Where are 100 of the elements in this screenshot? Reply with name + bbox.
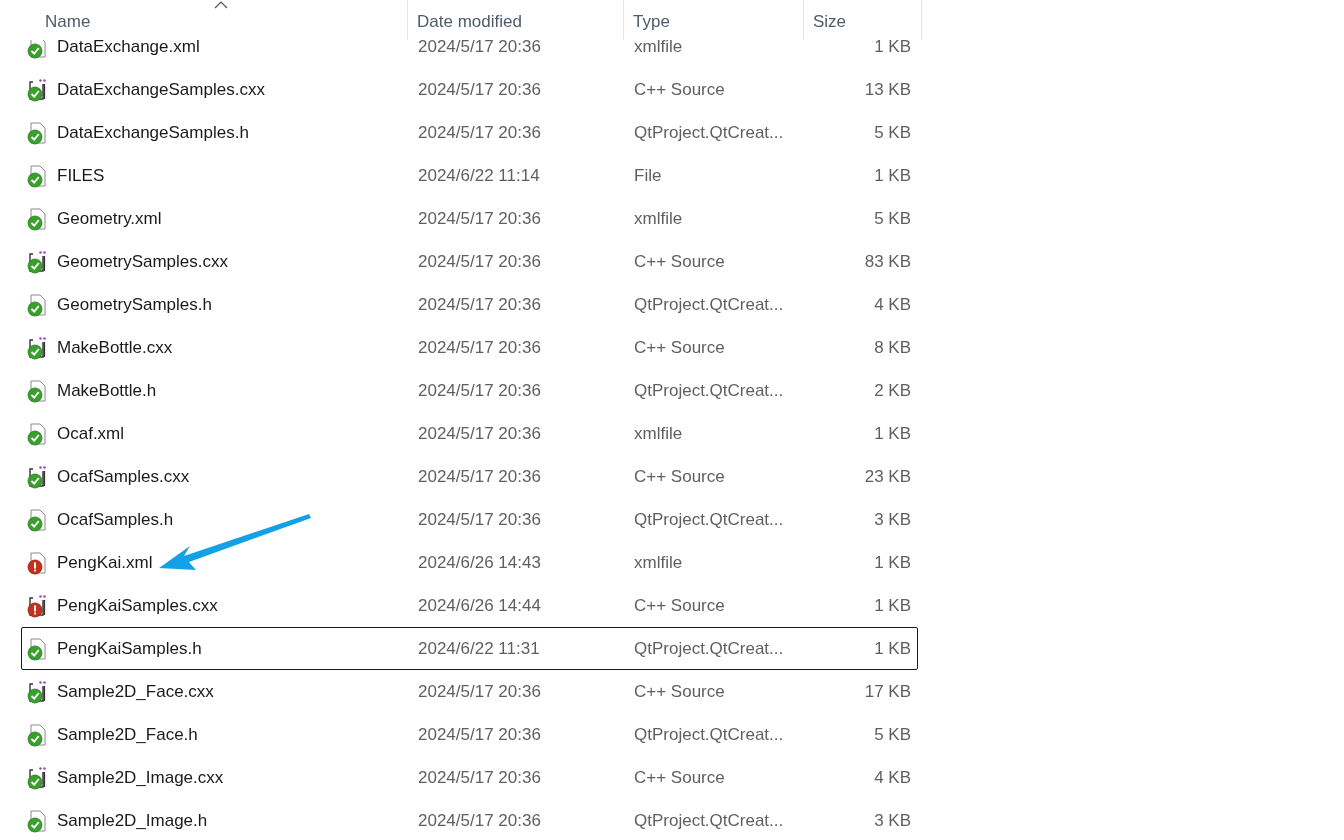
file-name: Geometry.xml [57,208,162,229]
file-row[interactable]: Geometry.xml 2024/5/17 20:36 xmlfile 5 KB [21,197,918,240]
file-row[interactable]: GeometrySamples.h 2024/5/17 20:36 QtProject.QtCreat... 4 KB [21,283,918,326]
cpp-file-icon [26,335,48,360]
file-type: QtProject.QtCreat... [633,122,784,143]
file-row[interactable]: OcafSamples.cxx 2024/5/17 20:36 C++ Source 23 KB [21,455,918,498]
date-modified: 2024/6/22 11:31 [417,638,540,659]
file-size: 8 KB [874,337,912,358]
file-type: C++ Source [633,681,725,702]
file-name: PengKaiSamples.cxx [57,595,218,616]
file-name: DataExchangeSamples.h [57,122,249,143]
file-row[interactable]: FILES 2024/6/22 11:14 File 1 KB [21,154,918,197]
file-type: C++ Source [633,79,725,100]
file-name: MakeBottle.h [57,380,157,401]
cpp-file-icon [26,679,48,704]
date-modified: 2024/5/17 20:36 [417,724,541,745]
file-name: Ocaf.xml [57,423,125,444]
file-row[interactable]: PengKaiSamples.cxx 2024/6/26 14:44 C++ Source 1 KB [21,584,918,627]
file-name: GeometrySamples.cxx [57,251,228,272]
file-type: QtProject.QtCreat... [633,638,784,659]
file-row[interactable]: Sample2D_Face.cxx 2024/5/17 20:36 C++ Source 17 KB [21,670,918,713]
column-header[interactable]: Date modified [408,0,624,40]
file-size: 1 KB [874,423,912,444]
file-row[interactable]: GeometrySamples.cxx 2024/5/17 20:36 C++ Source 83 KB [21,240,918,283]
date-modified: 2024/5/17 20:36 [417,251,541,272]
file-type: C++ Source [633,251,725,272]
file-size: 5 KB [874,208,912,229]
file-type: QtProject.QtCreat... [633,810,784,831]
file-icon [26,378,48,403]
file-row[interactable]: DataExchangeSamples.cxx 2024/5/17 20:36 C++ Source 13 KB [21,68,918,111]
file-icon [26,808,48,833]
cpp-file-icon [26,593,48,618]
file-size: 5 KB [874,724,912,745]
file-type: C++ Source [633,466,725,487]
file-size: 4 KB [874,767,912,788]
file-icon [26,163,48,188]
cpp-file-icon [26,77,48,102]
file-size: 1 KB [874,638,912,659]
file-type: C++ Source [633,337,725,358]
file-type: File [633,165,662,186]
file-name: PengKai.xml [57,552,153,573]
file-size: 1 KB [874,40,912,57]
date-modified: 2024/5/17 20:36 [417,423,541,444]
file-size: 13 KB [864,79,912,100]
date-modified: 2024/6/26 14:43 [417,552,541,573]
file-icon [26,722,48,747]
date-modified: 2024/5/17 20:36 [417,208,541,229]
file-size: 1 KB [874,165,912,186]
file-size: 3 KB [874,509,912,530]
file-icon [26,206,48,231]
date-modified: 2024/5/17 20:36 [417,294,541,315]
date-modified: 2024/6/26 14:44 [417,595,541,616]
file-row[interactable]: DataExchangeSamples.h 2024/5/17 20:36 QtProject.QtCreat... 5 KB [21,111,918,154]
file-icon [26,421,48,446]
file-type: QtProject.QtCreat... [633,509,784,530]
cpp-file-icon [26,249,48,274]
file-name: Sample2D_Image.cxx [57,767,224,788]
file-name: Sample2D_Face.h [57,724,198,745]
column-header[interactable]: Size [804,0,922,40]
file-name: DataExchange.xml [57,40,200,57]
file-row[interactable]: MakeBottle.h 2024/5/17 20:36 QtProject.QtCreat... 2 KB [21,369,918,412]
file-name: PengKaiSamples.h [57,638,202,659]
file-size: 1 KB [874,552,912,573]
file-type: xmlfile [633,423,683,444]
file-icon [26,292,48,317]
date-modified: 2024/5/17 20:36 [417,767,541,788]
file-size: 17 KB [864,681,912,702]
file-size: 4 KB [874,294,912,315]
file-row[interactable]: Sample2D_Image.cxx 2024/5/17 20:36 C++ Source 4 KB [21,756,918,799]
file-type: QtProject.QtCreat... [633,380,784,401]
cpp-file-icon [26,765,48,790]
date-modified: 2024/5/17 20:36 [417,810,541,831]
file-row[interactable]: MakeBottle.cxx 2024/5/17 20:36 C++ Source 8 KB [21,326,918,369]
file-icon [26,550,48,575]
file-name: GeometrySamples.h [57,294,212,315]
file-size: 3 KB [874,810,912,831]
file-icon [26,120,48,145]
file-type: xmlfile [633,208,683,229]
file-row[interactable]: Sample2D_Face.h 2024/5/17 20:36 QtProject.QtCreat... 5 KB [21,713,918,756]
file-row[interactable]: PengKai.xml 2024/6/26 14:43 xmlfile 1 KB [21,541,918,584]
file-size: 1 KB [874,595,912,616]
file-type: QtProject.QtCreat... [633,724,784,745]
file-row[interactable]: OcafSamples.h 2024/5/17 20:36 QtProject.QtCreat... 3 KB [21,498,918,541]
date-modified: 2024/5/17 20:36 [417,509,541,530]
file-type: C++ Source [633,595,725,616]
file-type: xmlfile [633,552,683,573]
date-modified: 2024/5/17 20:36 [417,40,541,57]
file-row[interactable]: Ocaf.xml 2024/5/17 20:36 xmlfile 1 KB [21,412,918,455]
file-row[interactable]: PengKaiSamples.h 2024/6/22 11:31 QtProject.QtCreat... 1 KB [21,627,918,670]
date-modified: 2024/6/22 11:14 [417,165,540,186]
file-type: QtProject.QtCreat... [633,294,784,315]
file-type: C++ Source [633,767,725,788]
date-modified: 2024/5/17 20:36 [417,466,541,487]
file-row[interactable]: Sample2D_Image.h 2024/5/17 20:36 QtProject.QtCreat... 3 KB [21,799,918,840]
file-size: 2 KB [874,380,912,401]
file-row[interactable]: DataExchange.xml 2024/5/17 20:36 xmlfile 1 KB [21,40,918,68]
file-name: Sample2D_Face.cxx [57,681,214,702]
column-header[interactable]: Type [624,0,804,40]
file-icon [26,636,48,661]
date-modified: 2024/5/17 20:36 [417,681,541,702]
